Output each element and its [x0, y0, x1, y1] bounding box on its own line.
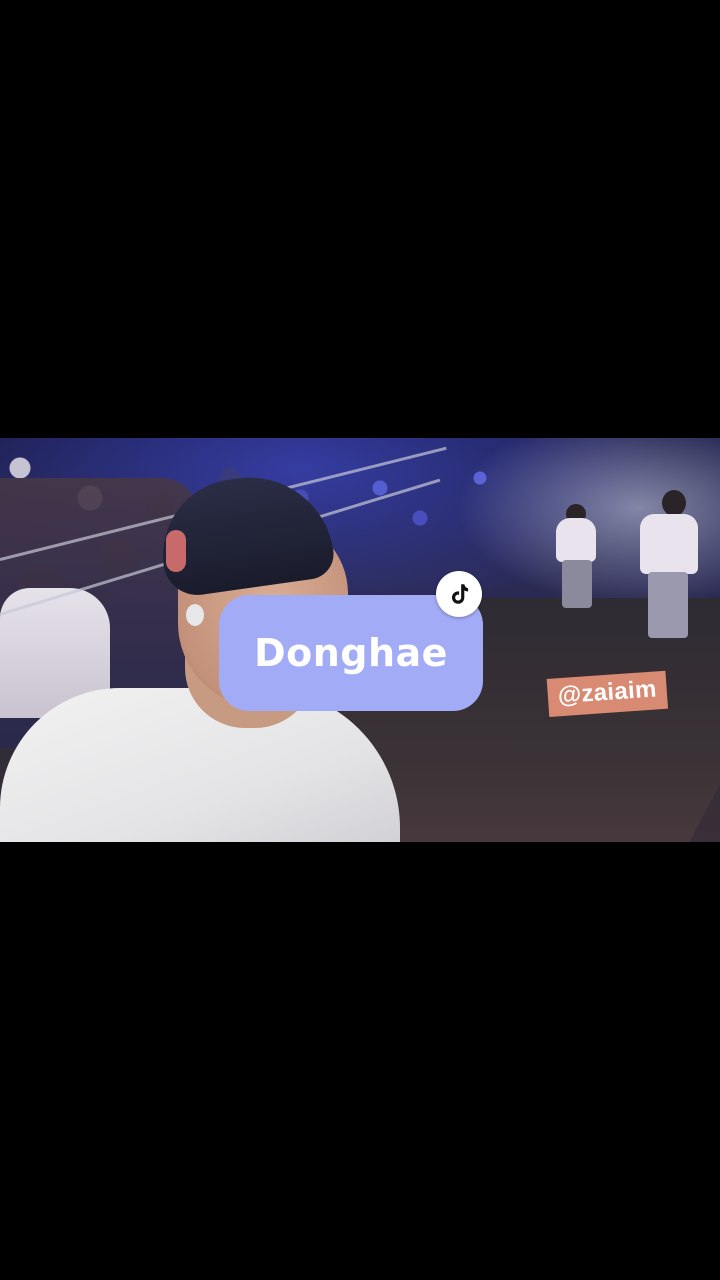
- performer-left: [556, 518, 596, 562]
- in-ear-monitor: [186, 604, 204, 626]
- performer-legs: [648, 572, 688, 638]
- letterbox-bottom: [0, 842, 720, 1280]
- letterbox-top: [0, 0, 720, 438]
- performer-head: [662, 490, 686, 516]
- name-label: Donghae: [254, 631, 448, 675]
- creator-handle: @zaiaim: [556, 675, 658, 710]
- tiktok-note-icon: [451, 584, 469, 604]
- performer-legs: [562, 560, 592, 608]
- performer-right: [640, 514, 698, 574]
- tiktok-badge: [436, 571, 482, 617]
- name-label-pill: Donghae: [219, 595, 483, 711]
- cap-patch: [166, 530, 186, 572]
